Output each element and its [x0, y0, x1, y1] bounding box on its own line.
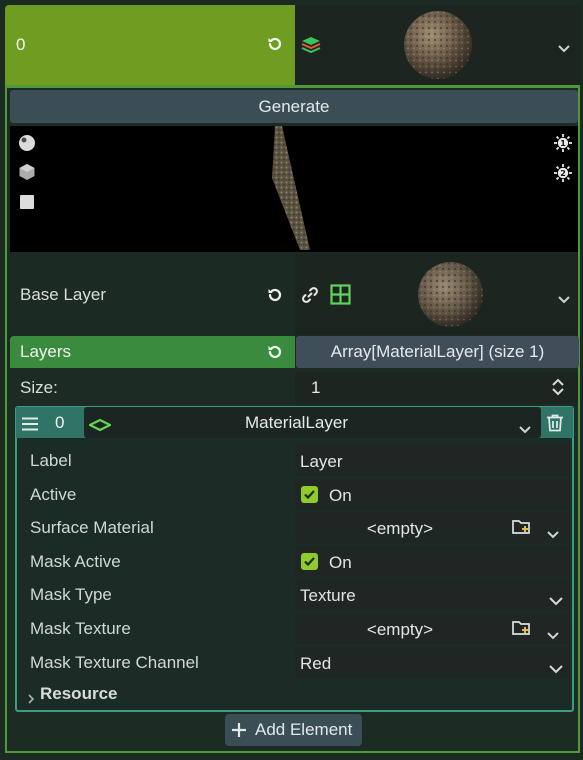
- folder-load-icon[interactable]: [512, 620, 531, 641]
- layered-material-icon: [301, 36, 321, 59]
- link-icon[interactable]: [301, 286, 319, 309]
- chevron-down-icon[interactable]: [547, 524, 559, 544]
- generate-button-label: Generate: [258, 96, 330, 116]
- add-element-label: Add Element: [255, 720, 353, 739]
- plus-icon: [231, 722, 247, 743]
- sphere-preview-icon[interactable]: [18, 134, 36, 157]
- layers-label: Layers: [20, 342, 72, 361]
- prop-active-label: Active: [30, 485, 77, 504]
- svg-text:2: 2: [560, 169, 566, 178]
- base-layer-thumbnail-sphere: [417, 261, 484, 328]
- prop-mask-active-label: Mask Active: [30, 552, 121, 571]
- mask-active-value: On: [329, 553, 352, 572]
- label-input-value: Layer: [300, 452, 343, 471]
- resource-section-toggle[interactable]: Resource: [40, 684, 117, 704]
- material-preview-viewport: [10, 126, 578, 252]
- chevron-down-icon[interactable]: [547, 625, 559, 645]
- material-thumbnail-sphere: [403, 8, 473, 81]
- quad-preview-icon[interactable]: [19, 194, 35, 215]
- element-type-label: MaterialLayer: [245, 413, 348, 432]
- material-slot-index: 0: [16, 35, 26, 54]
- up-down-arrows-icon[interactable]: [551, 377, 565, 402]
- svg-text:1: 1: [560, 139, 566, 148]
- folder-load-icon[interactable]: [512, 519, 531, 540]
- size-spinbox[interactable]: [295, 372, 578, 404]
- mask-texture-channel-dropdown[interactable]: [295, 647, 570, 678]
- drag-handle-icon[interactable]: [22, 416, 38, 436]
- prop-mask-texture-label: Mask Texture: [30, 619, 131, 638]
- chevron-down-icon[interactable]: [549, 591, 563, 611]
- revert-icon[interactable]: [266, 286, 284, 309]
- surface-material-value: <empty>: [366, 519, 434, 538]
- material-slot-header[interactable]: [5, 5, 295, 85]
- prop-mask-type-label: Mask Type: [30, 585, 112, 604]
- prop-mask-texture-channel-label: Mask Texture Channel: [30, 653, 199, 672]
- prop-surface-material-label: Surface Material: [30, 518, 154, 537]
- chevron-down-icon[interactable]: [549, 659, 563, 679]
- mask-active-checkbox[interactable]: [301, 553, 318, 570]
- revert-icon[interactable]: [266, 343, 284, 366]
- chevron-right-icon[interactable]: [28, 689, 35, 709]
- prop-label-label: Label: [30, 451, 72, 470]
- revert-icon[interactable]: [266, 35, 284, 58]
- array-element-index: 0: [55, 413, 65, 432]
- generate-button[interactable]: Generate: [10, 90, 578, 123]
- chevron-down-icon[interactable]: [558, 38, 570, 58]
- base-layer-label: Base Layer: [20, 285, 106, 304]
- trash-icon[interactable]: [546, 414, 564, 437]
- active-checkbox[interactable]: [301, 486, 318, 503]
- size-value: 1: [311, 378, 321, 397]
- grid-material-icon: [330, 284, 351, 310]
- light-2-icon[interactable]: 2: [553, 163, 573, 188]
- light-1-icon[interactable]: 1: [553, 133, 573, 158]
- layers-array-toggle[interactable]: Array[MaterialLayer] (size 1): [296, 336, 579, 368]
- mask-texture-value: <empty>: [366, 620, 434, 639]
- chevron-down-icon[interactable]: [519, 419, 531, 439]
- size-label: Size:: [20, 378, 58, 397]
- chevron-down-icon[interactable]: [558, 289, 570, 309]
- mask-texture-channel-value: Red: [300, 654, 332, 673]
- active-value: On: [329, 486, 352, 505]
- mask-type-value: Texture: [300, 586, 356, 605]
- box-preview-icon[interactable]: [18, 163, 36, 186]
- layers-array-value: Array[MaterialLayer] (size 1): [330, 342, 545, 361]
